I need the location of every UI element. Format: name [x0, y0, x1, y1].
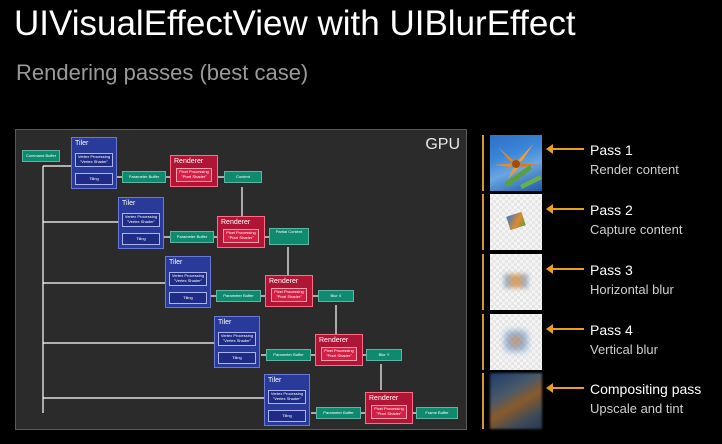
- tiling: Tiling: [122, 233, 160, 245]
- vertex-processing: Vertex Processing "Vertex Shader": [268, 390, 306, 404]
- pass-1-desc: Render content: [590, 162, 679, 177]
- tiling: Tiling: [218, 352, 256, 364]
- parameter-buffer-1: Parameter Buffer: [122, 171, 166, 183]
- tiler-1: Tiler Vertex Processing "Vertex Shader" …: [71, 137, 117, 189]
- pass-2-arrow: [546, 204, 584, 214]
- vertex-processing: Vertex Processing "Vertex Shader": [75, 153, 113, 167]
- tiling: Tiling: [169, 292, 207, 304]
- capture-image: [490, 194, 542, 250]
- parameter-buffer-5: Parameter Buffer: [316, 407, 361, 419]
- tiler-label: Tiler: [268, 377, 282, 384]
- partial-content-buffer: Partial Content: [269, 228, 309, 245]
- pass-4-label: Pass 4 Vertical blur: [590, 321, 658, 359]
- pass-3-thumbnail: [482, 254, 542, 310]
- frame-buffer: Frame Buffer: [416, 407, 458, 419]
- renderer-4: Renderer Pixel Processing "Pixel Shader": [315, 334, 363, 366]
- renderer-label: Renderer: [369, 395, 399, 402]
- tiling: Tiling: [75, 173, 113, 185]
- tiler-2: Tiler Vertex Processing "Vertex Shader" …: [118, 197, 164, 249]
- pass-1-title: Pass 1: [590, 142, 633, 158]
- renderer-5: Renderer Pixel Processing "Pixel Shader": [365, 392, 413, 424]
- pass-4-arrow: [546, 324, 584, 334]
- renderer-label: Renderer: [174, 158, 204, 165]
- pixel-processing: Pixel Processing "Pixel Shader": [371, 405, 407, 419]
- pass-5-title: Compositing pass: [590, 381, 702, 397]
- vertex-processing: Vertex Processing "Vertex Shader": [218, 332, 256, 346]
- pixel-processing: Pixel Processing "Pixel Shader": [223, 229, 259, 243]
- blur-y-buffer: Blur Y: [366, 349, 402, 361]
- vertex-processing: Vertex Processing "Vertex Shader": [169, 272, 207, 286]
- parameter-buffer-4: Parameter Buffer: [266, 349, 311, 361]
- pass-3-arrow: [546, 264, 584, 274]
- flower-image: [490, 135, 542, 191]
- tiler-5: Tiler Vertex Processing "Vertex Shader" …: [264, 374, 310, 426]
- renderer-3: Renderer Pixel Processing "Pixel Shader": [265, 275, 313, 307]
- tiler-label: Tiler: [169, 259, 183, 266]
- renderer-label: Renderer: [221, 219, 251, 226]
- tiler-4: Tiler Vertex Processing "Vertex Shader" …: [214, 316, 260, 368]
- pass-5-thumbnail: [482, 373, 542, 429]
- pixel-processing: Pixel Processing "Pixel Shader": [271, 288, 307, 302]
- pass-3-desc: Horizontal blur: [590, 282, 674, 297]
- tiling: Tiling: [268, 410, 306, 422]
- command-buffer: Command Buffer: [22, 150, 60, 162]
- pass-4-thumbnail: [482, 314, 542, 370]
- parameter-buffer-2: Parameter Buffer: [170, 231, 214, 243]
- vertex-processing: Vertex Processing "Vertex Shader": [122, 213, 160, 227]
- tiler-label: Tiler: [122, 200, 136, 207]
- pixel-processing: Pixel Processing "Pixel Shader": [176, 168, 212, 182]
- pass-1-label: Pass 1 Render content: [590, 141, 679, 179]
- renderer-2: Renderer Pixel Processing "Pixel Shader": [217, 216, 265, 248]
- pass-2-label: Pass 2 Capture content: [590, 201, 683, 239]
- pass-5-desc: Upscale and tint: [590, 401, 684, 416]
- gpu-diagram: GPU Command Buffer Tiler Vertex Processi…: [15, 129, 467, 430]
- pass-3-label: Pass 3 Horizontal blur: [590, 261, 674, 299]
- pass-5-label: Compositing pass Upscale and tint: [590, 380, 701, 418]
- blur-x-buffer: Blur X: [318, 290, 354, 302]
- tiler-3: Tiler Vertex Processing "Vertex Shader" …: [165, 256, 211, 308]
- pass-2-desc: Capture content: [590, 222, 683, 237]
- pass-1-thumbnail: [482, 135, 542, 191]
- pass-1-arrow: [546, 144, 584, 154]
- pass-2-title: Pass 2: [590, 202, 633, 218]
- pass-5-arrow: [546, 383, 584, 393]
- tiler-label: Tiler: [218, 319, 232, 326]
- vertical-blur-image: [490, 314, 542, 370]
- renderer-1: Renderer Pixel Processing "Pixel Shader": [170, 155, 218, 187]
- content-buffer: Content: [224, 171, 262, 183]
- slide-title: UIVisualEffectView with UIBlurEffect: [14, 4, 576, 43]
- composited-image: [490, 373, 542, 429]
- pass-4-title: Pass 4: [590, 322, 633, 338]
- slide-subtitle: Rendering passes (best case): [16, 60, 309, 85]
- pixel-processing: Pixel Processing "Pixel Shader": [321, 347, 357, 361]
- horizontal-blur-image: [490, 254, 542, 310]
- renderer-label: Renderer: [319, 337, 349, 344]
- tiler-label: Tiler: [75, 140, 89, 147]
- renderer-label: Renderer: [269, 278, 299, 285]
- parameter-buffer-3: Parameter Buffer: [216, 290, 261, 302]
- pass-3-title: Pass 3: [590, 262, 633, 278]
- pass-2-thumbnail: [482, 194, 542, 250]
- pass-4-desc: Vertical blur: [590, 342, 658, 357]
